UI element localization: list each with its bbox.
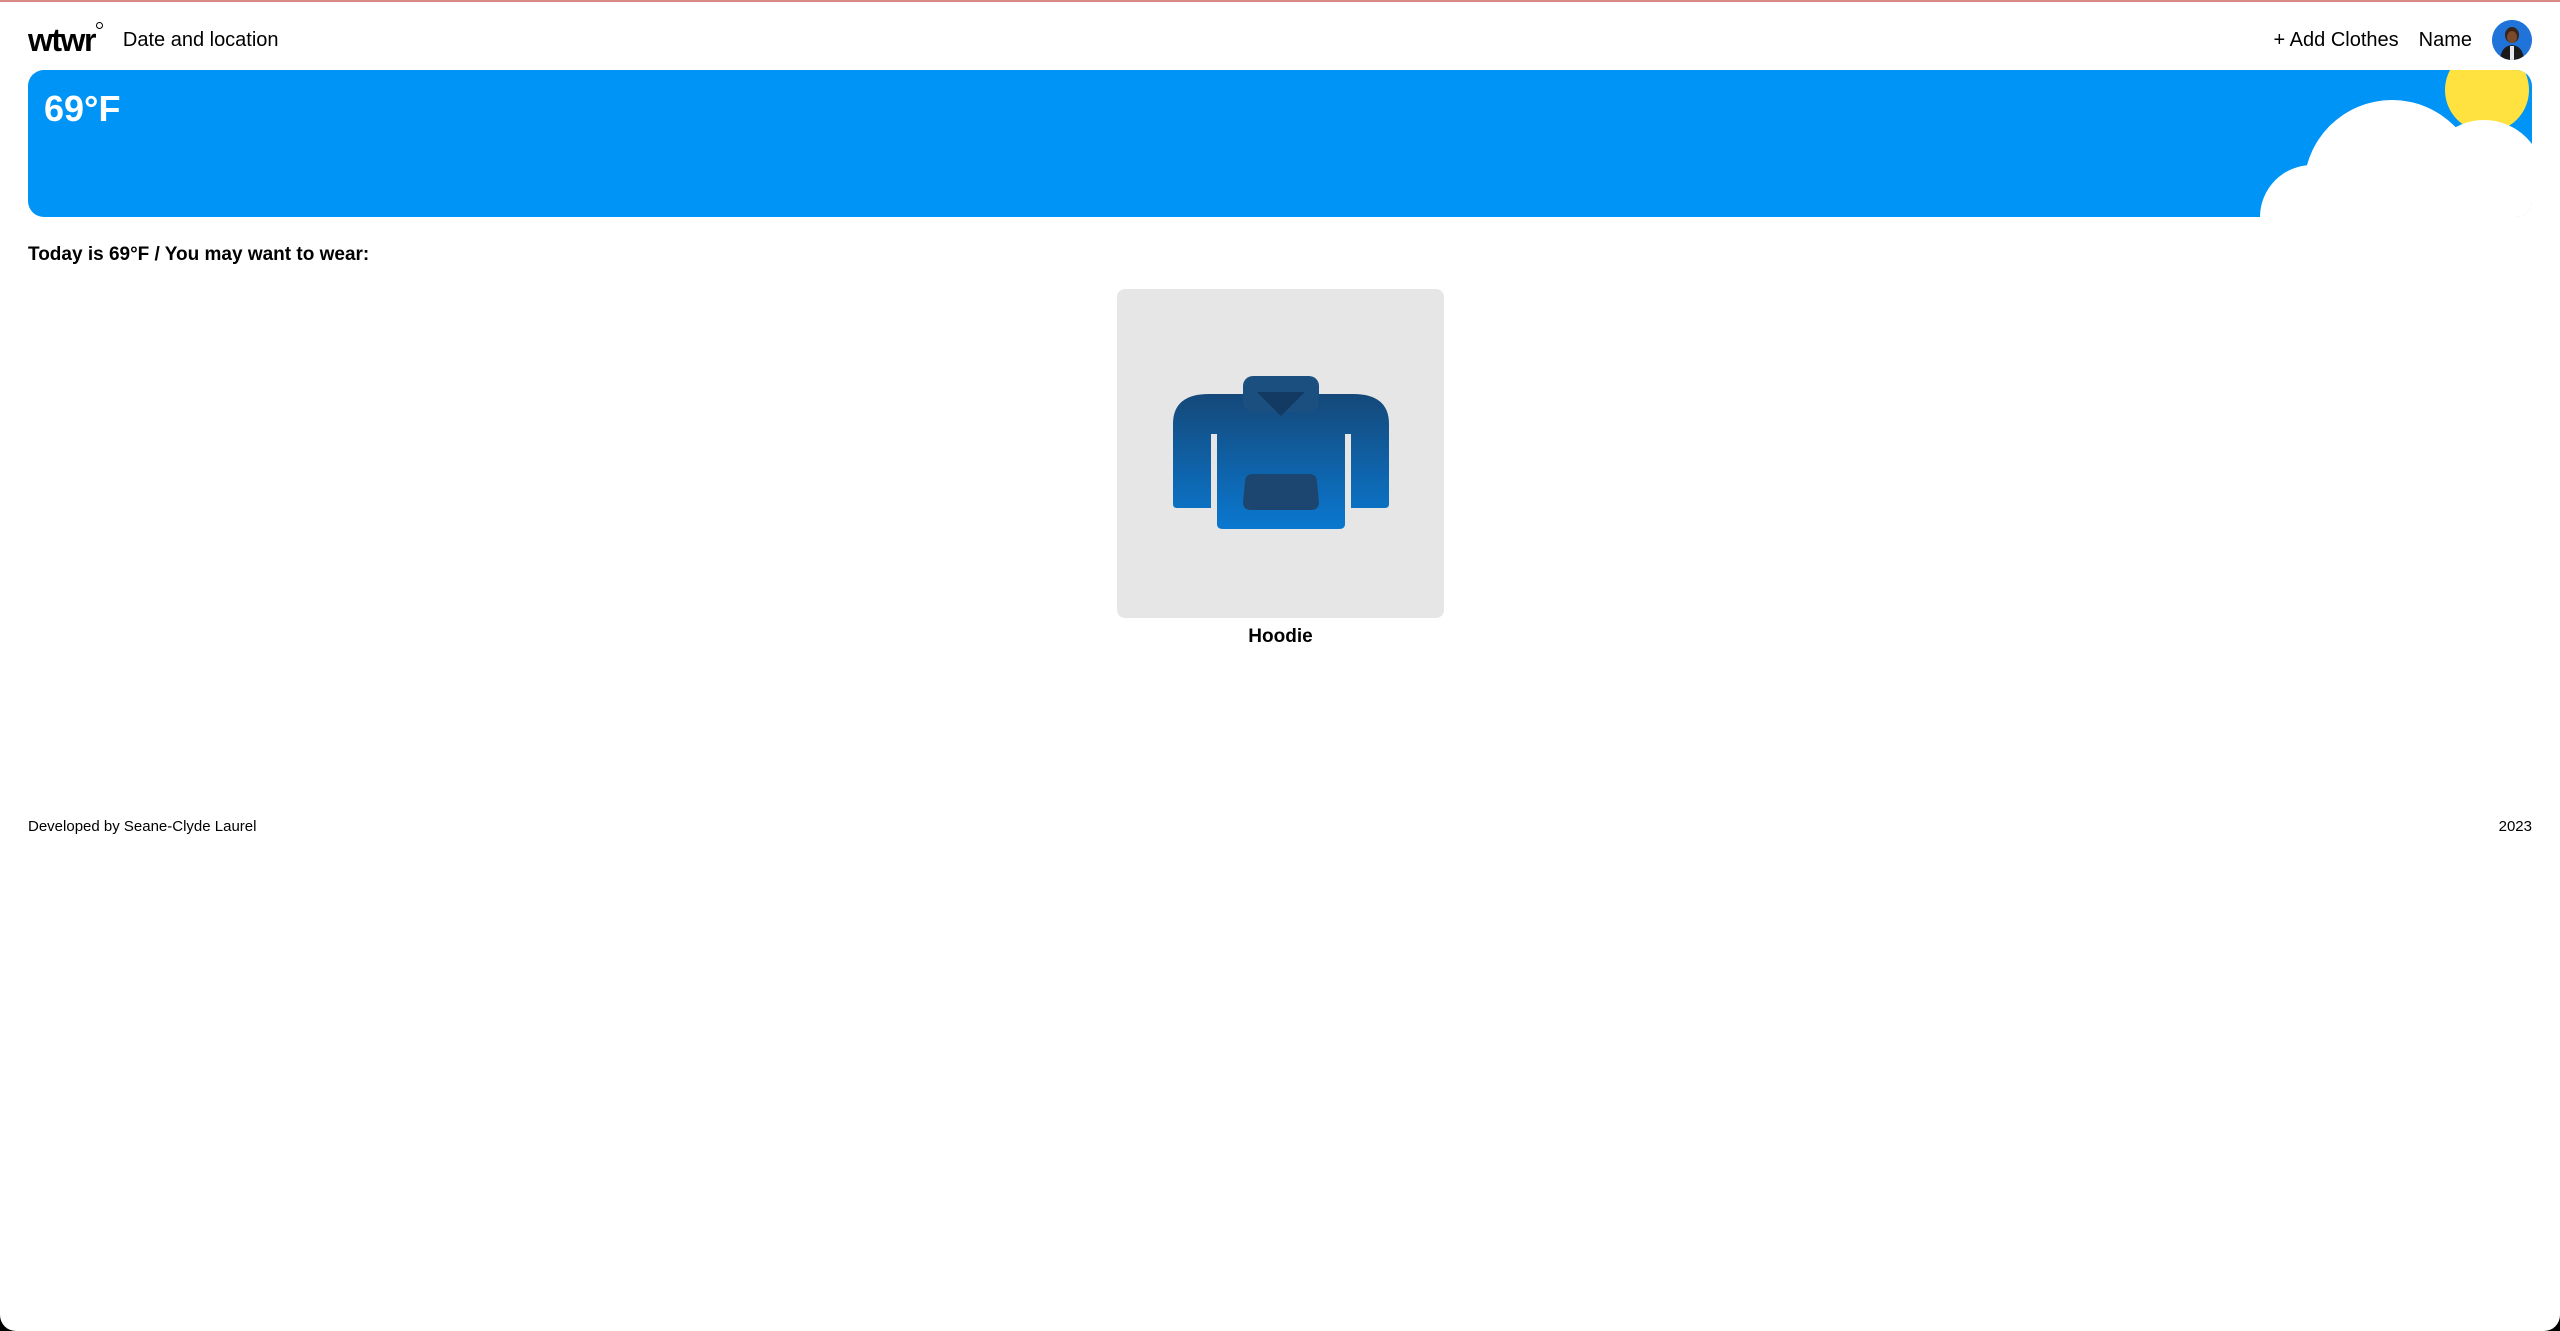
window-corner-left [0, 1299, 32, 1331]
hoodie-icon [1172, 375, 1389, 529]
logo-dot-icon [95, 22, 103, 29]
footer-developer: Developed by Seane-Clyde Laurel [28, 818, 257, 835]
header: wtwr Date and location + Add Clothes Nam… [28, 18, 2532, 62]
header-left: wtwr Date and location [28, 22, 279, 58]
weather-illustration [2260, 70, 2532, 217]
date-location: Date and location [122, 28, 279, 51]
clothing-card-image [1117, 289, 1444, 618]
header-right: + Add Clothes Name [2274, 20, 2532, 60]
footer: Developed by Seane-Clyde Laurel 2023 [28, 818, 2532, 835]
avatar[interactable] [2492, 20, 2532, 60]
clothing-cards: Hoodie [1117, 289, 1444, 648]
clothing-card-name: Hoodie [1248, 626, 1313, 647]
user-avatar-icon [2492, 20, 2532, 60]
logo-text: wtwr [28, 22, 96, 58]
recommendation-text: Today is 69°F / You may want to wear: [28, 244, 370, 265]
clothing-card[interactable]: Hoodie [1117, 289, 1444, 648]
weather-card: 69°F [28, 70, 2532, 217]
footer-year: 2023 [2498, 818, 2532, 835]
user-name: Name [2418, 28, 2472, 51]
weather-temperature: 69°F [44, 88, 121, 129]
logo[interactable]: wtwr [28, 22, 103, 58]
app-page: wtwr Date and location + Add Clothes Nam… [0, 0, 2560, 1331]
add-clothes-button[interactable]: + Add Clothes [2274, 29, 2399, 52]
window-corner-right [2528, 1299, 2560, 1331]
